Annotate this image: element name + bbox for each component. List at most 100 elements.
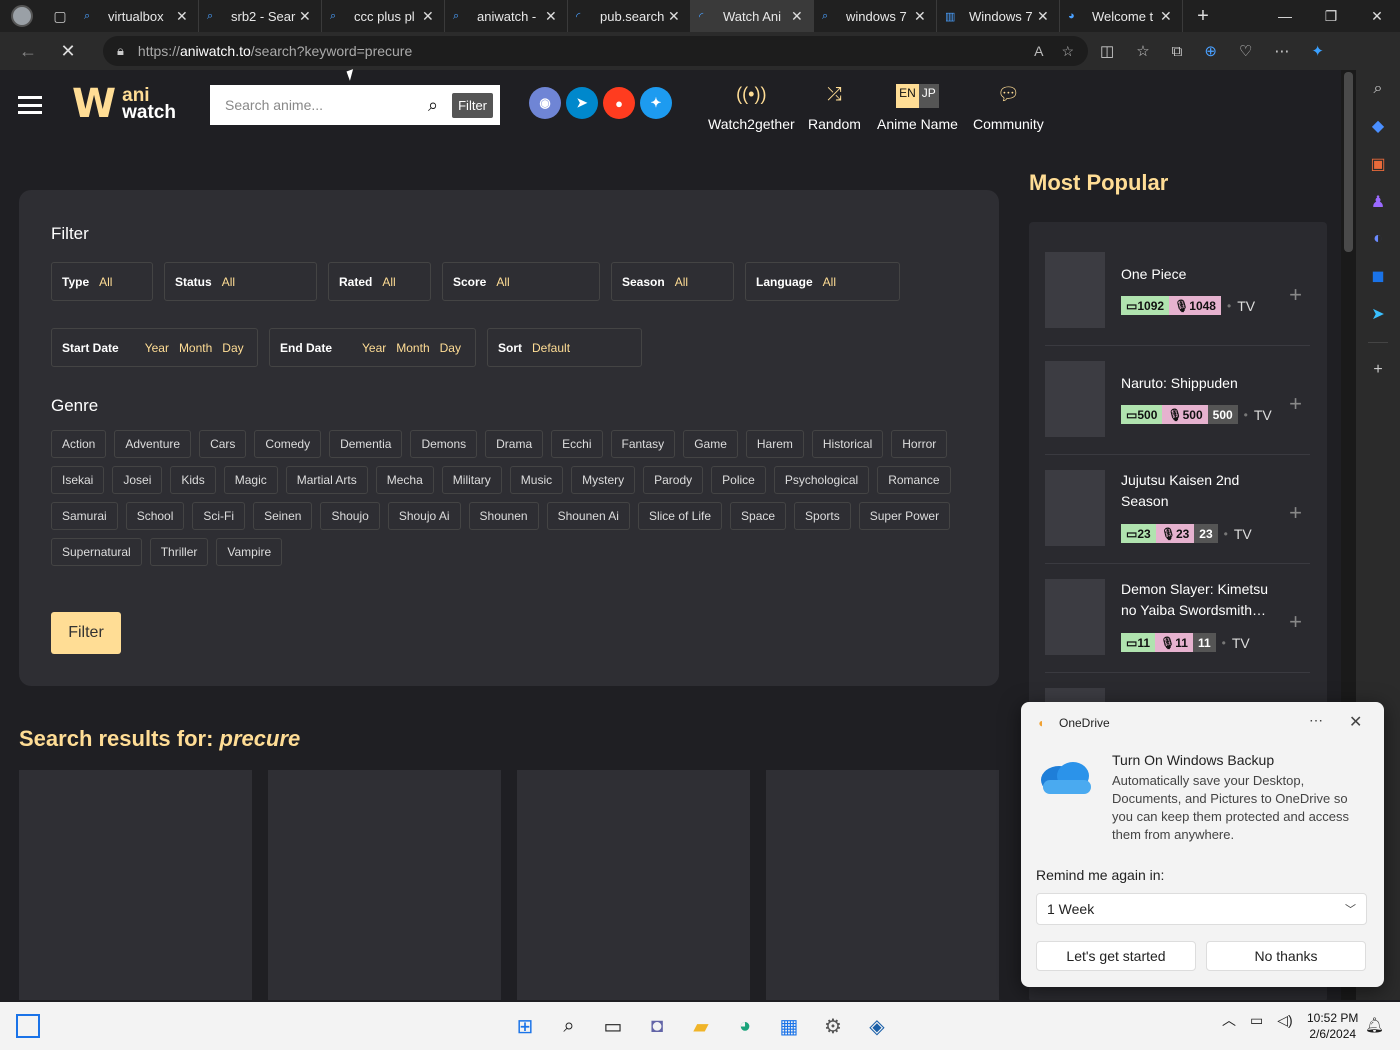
genre-samurai[interactable]: Samurai [51, 502, 118, 530]
tab-close-icon[interactable]: ✕ [545, 8, 559, 25]
genre-mystery[interactable]: Mystery [571, 466, 636, 494]
search-input[interactable]: Search anime... [225, 97, 428, 113]
file-explorer-icon[interactable]: ▰ [686, 1010, 716, 1042]
nav-community[interactable]: 💬︎ Community [973, 84, 1044, 132]
browser-tab[interactable]: ⌕ srb2 - Sear ✕ [199, 0, 322, 32]
genre-fantasy[interactable]: Fantasy [610, 430, 676, 458]
maximize-icon[interactable]: ❐ [1308, 8, 1354, 25]
browser-tab[interactable]: ◜ Watch Ani ✕ [691, 0, 814, 32]
volume-icon[interactable]: ◁) [1277, 1012, 1292, 1029]
filter-type-select[interactable]: Type All [51, 262, 153, 301]
edge-icon[interactable]: ◕ [730, 1010, 760, 1042]
genre-parody[interactable]: Parody [643, 466, 704, 494]
genre-action[interactable]: Action [51, 430, 107, 458]
genre-martial-arts[interactable]: Martial Arts [285, 466, 368, 494]
start-icon[interactable]: ⊞ [510, 1010, 540, 1042]
genre-seinen[interactable]: Seinen [253, 502, 313, 530]
filter-language-select[interactable]: Language All [745, 262, 900, 301]
genre-romance[interactable]: Romance [877, 466, 951, 494]
anime-poster[interactable] [1045, 252, 1105, 328]
store-icon[interactable]: ▦ [774, 1010, 804, 1042]
end-date-select[interactable]: End Date Year Month Day [269, 328, 476, 367]
genre-dementia[interactable]: Dementia [329, 430, 403, 458]
settings-icon[interactable]: ⚙ [818, 1010, 848, 1042]
split-screen-icon[interactable]: ◫ [1100, 42, 1114, 60]
sidebar-search-icon[interactable]: ⌕ [1374, 80, 1383, 98]
more-options-icon[interactable]: ⋯ [1274, 42, 1289, 60]
genre-super-power[interactable]: Super Power [858, 502, 951, 530]
widgets-icon[interactable] [16, 1014, 40, 1038]
nav-watch2gether[interactable]: ((•)) Watch2gether [708, 84, 795, 132]
filter-submit-button[interactable]: Filter [51, 612, 121, 654]
back-icon[interactable]: ← [8, 41, 48, 62]
genre-josei[interactable]: Josei [112, 466, 163, 494]
search-filter-button[interactable]: Filter [452, 92, 493, 118]
browser-tab[interactable]: ⌕ windows 7 ✕ [814, 0, 937, 32]
profile-icon[interactable] [0, 0, 44, 32]
notification-more-icon[interactable]: ⋯ [1309, 712, 1323, 729]
close-window-icon[interactable]: ✕ [1354, 8, 1400, 25]
anime-title[interactable]: Naruto: Shippuden [1121, 373, 1281, 394]
anime-poster[interactable] [1045, 579, 1105, 655]
genre-thriller[interactable]: Thriller [149, 538, 209, 566]
remind-select[interactable]: 1 Week ﹀ [1036, 893, 1367, 925]
sidebar-copilot-icon[interactable]: ◐ [1373, 230, 1383, 248]
lets-get-started-button[interactable]: Let's get started [1036, 941, 1196, 971]
menu-icon[interactable] [18, 96, 42, 114]
notification-close-icon[interactable]: ✕ [1349, 712, 1362, 732]
tab-close-icon[interactable]: ✕ [791, 8, 805, 25]
popular-item[interactable]: One Piece ▭ 1092 🎙︎ 1048 • TV + [1045, 252, 1310, 346]
genre-shounen[interactable]: Shounen [468, 502, 539, 530]
add-to-list-icon[interactable]: + [1289, 609, 1302, 635]
genre-slice-of-life[interactable]: Slice of Life [637, 502, 723, 530]
no-thanks-button[interactable]: No thanks [1206, 941, 1366, 971]
lock-icon[interactable]: 🔒︎ [117, 43, 124, 59]
filter-season-select[interactable]: Season All [611, 262, 734, 301]
sidebar-games-icon[interactable]: ♟ [1371, 192, 1385, 212]
network-icon[interactable]: ▭ [1250, 1012, 1263, 1029]
genre-historical[interactable]: Historical [811, 430, 884, 458]
filter-rated-select[interactable]: Rated All [328, 262, 431, 301]
genre-music[interactable]: Music [509, 466, 564, 494]
popular-item[interactable]: Naruto: Shippuden ▭ 500 🎙︎ 500 500 • TV + [1045, 361, 1310, 455]
collections-icon[interactable]: ⧉ [1172, 43, 1183, 60]
genre-comedy[interactable]: Comedy [254, 430, 322, 458]
new-tab-button[interactable]: + [1183, 5, 1223, 28]
browser-tab[interactable]: ◕ Welcome t ✕ [1060, 0, 1183, 32]
telegram-icon[interactable]: ➤ [566, 87, 598, 119]
virtualbox-icon[interactable]: ◈ [862, 1010, 892, 1042]
popular-item[interactable]: Jujutsu Kaisen 2nd Season ▭ 23 🎙︎ 23 23 • TV + [1045, 470, 1310, 564]
site-logo[interactable]: W ani watch [72, 84, 176, 124]
genre-harem[interactable]: Harem [745, 430, 804, 458]
sidebar-drop-icon[interactable]: ➤ [1371, 304, 1384, 324]
notifications-icon[interactable]: 🔔︎ [1365, 1016, 1384, 1034]
genre-school[interactable]: School [125, 502, 185, 530]
sidebar-add-icon[interactable]: + [1373, 361, 1382, 379]
tab-close-icon[interactable]: ✕ [1037, 8, 1051, 25]
copilot-icon[interactable]: ✦ [1311, 42, 1324, 60]
tab-actions-icon[interactable]: ▢ [44, 0, 76, 32]
anime-title[interactable]: Demon Slayer: Kimetsu no Yaiba Swordsmit… [1121, 579, 1281, 621]
task-view-icon[interactable]: ▭ [598, 1010, 628, 1042]
sort-select[interactable]: Sort Default [487, 328, 642, 367]
anime-poster[interactable] [1045, 470, 1105, 546]
sidebar-outlook-icon[interactable]: ◼ [1371, 266, 1384, 286]
tab-close-icon[interactable]: ✕ [668, 8, 682, 25]
filter-score-select[interactable]: Score All [442, 262, 600, 301]
sidebar-tools-icon[interactable]: ▣ [1370, 154, 1385, 174]
downloads-icon[interactable]: ⊕ [1204, 42, 1217, 60]
tab-close-icon[interactable]: ✕ [914, 8, 928, 25]
search-icon[interactable]: ⌕ [554, 1010, 584, 1042]
genre-game[interactable]: Game [683, 430, 738, 458]
genre-sports[interactable]: Sports [794, 502, 851, 530]
popular-item[interactable]: Demon Slayer: Kimetsu no Yaiba Swordsmit… [1045, 579, 1310, 673]
genre-kids[interactable]: Kids [170, 466, 216, 494]
system-clock[interactable]: 10:52 PM 2/6/2024 [1307, 1010, 1358, 1042]
result-card[interactable] [766, 770, 999, 1000]
genre-sci-fi[interactable]: Sci-Fi [192, 502, 246, 530]
scrollbar-thumb[interactable] [1344, 72, 1353, 252]
genre-drama[interactable]: Drama [485, 430, 544, 458]
performance-icon[interactable]: ♡ [1239, 42, 1252, 60]
discord-icon[interactable]: ◉ [529, 87, 561, 119]
browser-tab[interactable]: ◜ pub.search ✕ [568, 0, 691, 32]
